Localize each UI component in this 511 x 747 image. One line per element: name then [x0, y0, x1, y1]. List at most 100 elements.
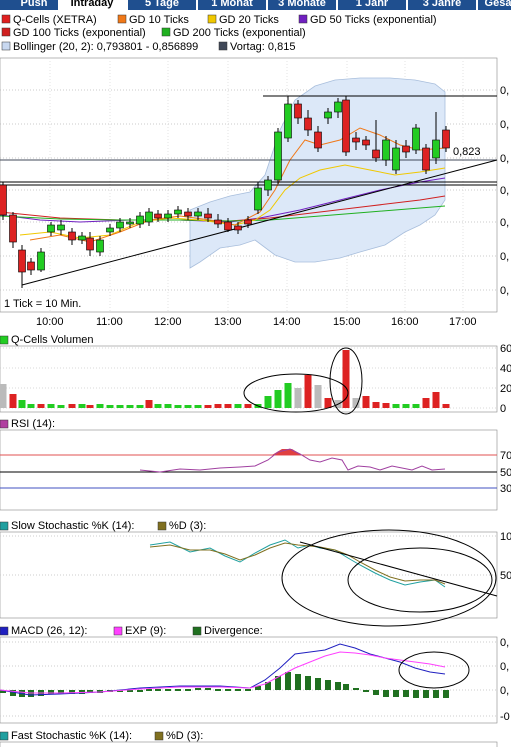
- candle-up: [284, 103, 292, 139]
- volume-bar: [224, 404, 232, 408]
- time-label: 11:00: [96, 316, 123, 328]
- candle-down: [9, 214, 17, 243]
- divergence-bar: [393, 690, 399, 697]
- divergence-bar: [363, 690, 369, 692]
- volume-bar: [96, 404, 104, 408]
- divergence-bar: [225, 689, 231, 691]
- time-label: 16:00: [391, 316, 419, 328]
- volume-bar: [47, 404, 55, 408]
- fast-d-label: %D (3):: [166, 730, 203, 742]
- divergence-bar: [155, 689, 161, 691]
- candle-up: [254, 187, 262, 211]
- volume-axis-label: 0: [500, 403, 506, 415]
- divergence-bar: [137, 690, 143, 692]
- volume-bar: [136, 405, 144, 408]
- candle-down: [352, 137, 360, 143]
- stock-chart: Q-Cells (XETRA) GD 10 Ticks GD 20 Ticks GD …: [0, 14, 511, 747]
- volume-bar: [402, 404, 410, 408]
- slow-stochastic-label: Slow Stochastic %K (14):: [11, 520, 135, 532]
- fast-stochastic-panel: [0, 741, 498, 747]
- time-label: 10:00: [36, 316, 64, 328]
- divergence-bar: [285, 672, 291, 690]
- volume-axis-label: 40: [500, 363, 511, 375]
- volume-axis-label: 20: [500, 383, 511, 395]
- volume-bar: [294, 388, 302, 408]
- volume-bar: [154, 404, 162, 408]
- fast-d-swatch: [154, 731, 164, 741]
- volume-bar: [422, 398, 430, 408]
- candle-up: [382, 139, 390, 161]
- legend-swatch: [1, 27, 11, 37]
- macd-axis-label: 0,: [500, 685, 509, 697]
- candle-up: [274, 131, 282, 181]
- volume-bar: [57, 405, 65, 408]
- candle-up: [96, 239, 104, 253]
- candle-up: [78, 235, 86, 241]
- divergence-swatch: [192, 626, 202, 636]
- candle-down: [0, 184, 7, 216]
- volume-bar: [372, 402, 380, 408]
- volume-bar: [234, 404, 242, 408]
- time-label: 12:00: [154, 316, 182, 328]
- volume-bar: [37, 404, 45, 408]
- price-axis-label: 0,: [500, 119, 509, 131]
- volume-bar: [194, 405, 202, 408]
- volume-bar: [412, 404, 420, 408]
- volume-bar: [284, 383, 292, 408]
- slow-d-swatch: [157, 521, 167, 531]
- time-label: 13:00: [214, 316, 242, 328]
- divergence-bar: [235, 689, 241, 691]
- price-axis-label: 0,: [500, 85, 509, 97]
- time-label: 17:00: [449, 316, 477, 328]
- rsi-axis-label: 70: [500, 450, 511, 462]
- candle-up: [57, 224, 65, 231]
- time-label: 15:00: [333, 316, 361, 328]
- macd-panel: [0, 636, 498, 724]
- candle-up: [334, 101, 342, 113]
- macd-axis-label: 0,: [500, 661, 509, 673]
- candle-up: [37, 251, 45, 271]
- divergence-bar: [185, 689, 191, 691]
- divergence-label: Divergence:: [204, 625, 263, 637]
- slow-axis-label: 10: [500, 531, 511, 543]
- volume-bar: [68, 404, 76, 408]
- candle-down: [68, 231, 76, 241]
- fast-stochastic-label: Fast Stochastic %K (14):: [11, 730, 132, 742]
- candle-down: [372, 149, 380, 159]
- candle-down: [244, 219, 252, 225]
- macd-axis-label: 0,: [500, 637, 509, 649]
- volume-bar: [86, 405, 94, 408]
- rsi-axis-label: 30: [500, 483, 511, 495]
- candle-down: [234, 225, 242, 231]
- candle-down: [342, 99, 350, 153]
- divergence-bar: [315, 678, 321, 690]
- legend-swatch: [1, 14, 11, 24]
- legend-swatch: [161, 27, 171, 37]
- exp-swatch: [113, 626, 123, 636]
- divergence-bar: [175, 689, 181, 691]
- macd-axis-label: -0: [500, 711, 510, 723]
- volume-bar: [126, 405, 134, 408]
- legend-swatch: [298, 14, 308, 24]
- candle-down: [86, 237, 94, 251]
- candle-down: [204, 213, 212, 219]
- candle-down: [18, 249, 26, 273]
- volume-bar: [27, 404, 35, 408]
- rsi-label: RSI (14):: [11, 418, 55, 430]
- divergence-bar: [325, 680, 331, 690]
- divergence-bar: [165, 689, 171, 691]
- candle-up: [174, 209, 182, 215]
- volume-panel: [0, 345, 498, 413]
- volume-bar: [244, 404, 252, 408]
- divergence-bar: [373, 690, 379, 695]
- candle-down: [402, 145, 410, 153]
- exp-label: EXP (9):: [125, 625, 166, 637]
- candle-down: [304, 117, 312, 131]
- time-label: 14:00: [273, 316, 301, 328]
- candle-up: [164, 213, 172, 219]
- rsi-panel: [0, 429, 498, 511]
- legend-swatch: [207, 14, 217, 24]
- candle-up: [47, 224, 55, 233]
- legend-item: Q-Cells (XETRA): [13, 14, 97, 26]
- price-marker-label: 0,823: [453, 146, 481, 158]
